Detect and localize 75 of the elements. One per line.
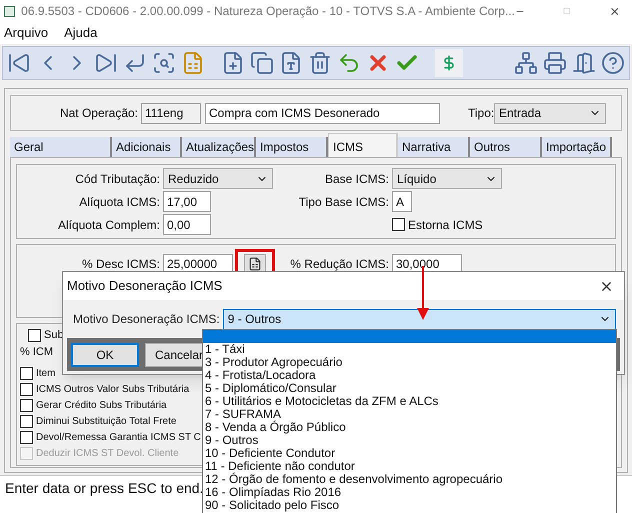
checkbox-label: Diminui Substituição Total Frete xyxy=(36,414,176,428)
input-field[interactable]: Compra com ICMS Desonerado xyxy=(205,102,440,124)
form-icon xyxy=(248,257,262,271)
dropdown-option[interactable]: 16 - Olimpíadas Rio 2016 xyxy=(203,486,616,499)
tab[interactable]: Importação xyxy=(542,137,612,157)
checkbox[interactable] xyxy=(20,414,33,428)
checkbox-label: Deduzir ICMS ST Devol. Cliente xyxy=(36,446,179,460)
hierarchy-icon[interactable] xyxy=(514,51,538,75)
dialog-button[interactable]: OK xyxy=(71,342,139,366)
help-icon[interactable] xyxy=(601,51,625,75)
menu-item[interactable]: Ajuda xyxy=(64,23,98,43)
dropdown-option[interactable]: 11 - Deficiente não condutor xyxy=(203,460,616,473)
field-label: % Desc ICMS: xyxy=(80,256,161,273)
field-label: Nat Operação: xyxy=(58,105,139,122)
field-label: Tipo Base ICMS: xyxy=(298,194,390,210)
dollar-icon xyxy=(441,55,457,71)
dropdown-option[interactable]: 10 - Deficiente Condutor xyxy=(203,447,616,460)
tab[interactable]: Outros xyxy=(470,137,542,157)
printer-icon[interactable] xyxy=(543,51,567,75)
field-label: Base ICMS: xyxy=(324,170,390,188)
enter-arrow-icon[interactable] xyxy=(123,51,147,75)
field-label: % ICM xyxy=(20,344,53,360)
tab[interactable]: Adicionais xyxy=(112,137,182,157)
input-field[interactable]: 17,00 xyxy=(163,191,211,212)
window-title: 06.9.5503 - CD0606 - 2.00.00.099 - Natureza Operação - 10 - TOTVS S.A - Ambiente Corp... xyxy=(21,3,515,20)
currency-button[interactable] xyxy=(435,49,463,77)
exit-door-icon[interactable] xyxy=(572,51,596,75)
tab[interactable]: Narrativa xyxy=(398,137,470,157)
checkbox-label: Item xyxy=(36,366,56,380)
tab[interactable]: Geral xyxy=(10,137,112,157)
input-field[interactable]: A xyxy=(392,191,412,212)
dropdown-option[interactable]: 9 - Outros xyxy=(203,434,616,447)
field-label: Cód Tributação: xyxy=(74,170,161,188)
dropdown-option[interactable]: 8 - Venda a Órgão Público xyxy=(203,421,616,434)
field-label: % Redução ICMS: xyxy=(289,256,390,273)
first-record-icon[interactable] xyxy=(7,51,31,75)
tab[interactable]: Impostos xyxy=(256,137,328,157)
checkbox[interactable] xyxy=(20,366,33,380)
tab[interactable]: ICMS xyxy=(328,133,398,157)
checkbox-label: Estorna ICMS xyxy=(408,216,483,234)
dropdown-option[interactable]: 6 - Utilitários e Motocicletas da ZFM e ALCs xyxy=(203,395,616,408)
field-label: Motivo Desoneração ICMS: xyxy=(73,311,221,328)
search-icon[interactable] xyxy=(152,51,176,75)
checkbox[interactable] xyxy=(20,398,33,412)
checkbox-label: Gerar Crédito Subs Tributária xyxy=(36,398,167,412)
field-label: Alíquota ICMS: xyxy=(78,194,161,210)
app-icon xyxy=(4,6,16,16)
dialog-title: Motivo Desoneração ICMS xyxy=(67,277,222,296)
dropdown[interactable]: Líquido xyxy=(392,168,502,189)
checkbox[interactable] xyxy=(392,218,405,231)
dropdown[interactable]: 9 - Outros xyxy=(222,308,616,330)
dropdown-option[interactable]: 4 - Frotista/Locadora xyxy=(203,369,616,382)
dropdown-option[interactable]: 7 - SUFRAMA xyxy=(203,408,616,421)
trash-icon[interactable] xyxy=(308,51,332,75)
checkbox[interactable] xyxy=(20,382,33,396)
tab[interactable]: Atualizações xyxy=(182,137,256,157)
spreadsheet-icon[interactable] xyxy=(181,51,205,75)
menu-item[interactable]: Arquivo xyxy=(4,23,48,43)
checkbox[interactable] xyxy=(20,430,33,444)
field-label: Tipo: xyxy=(468,105,494,122)
checkbox[interactable] xyxy=(28,328,41,342)
new-document-icon[interactable] xyxy=(221,51,245,75)
checkbox-label: Devol/Remessa Garantia ICMS ST C xyxy=(36,430,201,444)
dropdown[interactable]: Reduzido xyxy=(163,168,273,189)
last-record-icon[interactable] xyxy=(94,51,118,75)
field-label: Alíquota Complem: xyxy=(56,216,161,234)
input-field[interactable]: 111eng xyxy=(141,102,201,124)
input-field[interactable]: 0,00 xyxy=(163,214,211,235)
copy-icon[interactable] xyxy=(250,51,274,75)
dropdown-option[interactable]: 12 - Órgão de fomento e desenvolvimento agropecuário xyxy=(203,473,616,486)
dropdown-option[interactable]: 5 - Diplomático/Consular xyxy=(203,382,616,395)
checkbox-label: ICMS Outros Valor Subs Tributária xyxy=(36,382,190,396)
text-document-icon[interactable] xyxy=(279,51,303,75)
dropdown[interactable]: Entrada xyxy=(494,102,606,124)
undo-icon[interactable] xyxy=(337,51,361,75)
